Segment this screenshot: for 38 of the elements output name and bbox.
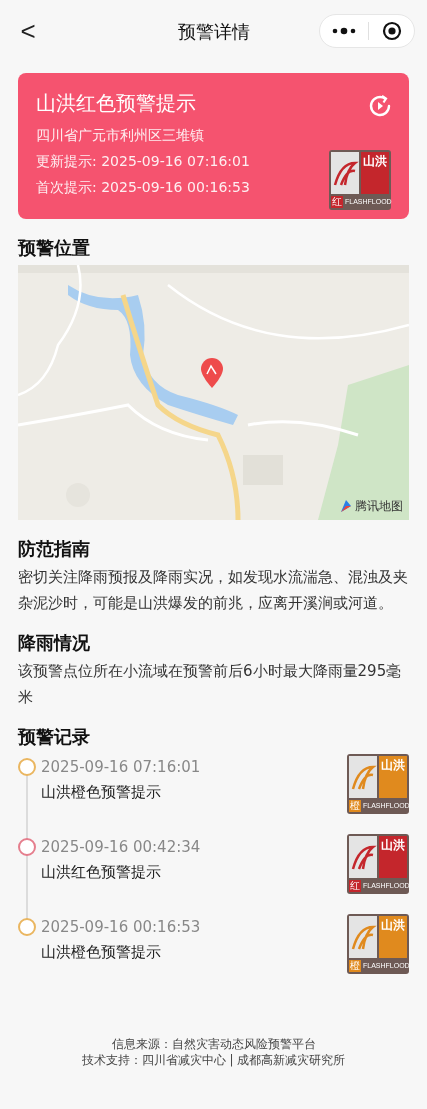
first-time: 首次提示: 2025-09-16 00:16:53	[36, 178, 250, 197]
badge-name: 山洪	[361, 152, 389, 194]
alert-location: 四川省广元市利州区三堆镇	[36, 126, 205, 145]
record-title: 山洪红色预警提示	[41, 862, 162, 883]
update-time: 更新提示: 2025-09-16 07:16:01	[36, 152, 250, 171]
rainfall-text: 该预警点位所在小流域在预警前后6小时最大降雨量295毫米	[18, 661, 403, 708]
badge-name: 山洪	[379, 916, 407, 958]
refresh-icon[interactable]	[367, 93, 393, 119]
map-logo: 腾讯地图	[355, 498, 403, 515]
badge-name: 山洪	[379, 756, 407, 798]
section-title: 预警记录	[18, 725, 91, 749]
footer-text: 技术支持：四川省减灾中心 | 成都高新减灾研究所	[81, 1052, 346, 1068]
guide-text: 密切关注降雨预报及降雨实况，如发现水流湍急、混浊及夹杂泥沙时，可能是山洪爆发的前兆，应离开溪涧或河道。	[18, 567, 409, 614]
section-title: 防范指南	[18, 537, 91, 561]
wave-icon	[349, 756, 377, 798]
wave-icon	[349, 836, 377, 878]
section-title: 预警位置	[18, 236, 91, 260]
close-icon[interactable]	[381, 21, 402, 41]
badge-level: 红	[349, 880, 361, 892]
map-pin-icon	[200, 357, 224, 389]
more-icon[interactable]	[332, 27, 356, 35]
footer-text: 信息来源：自然灾害动态风险预警平台	[111, 1036, 316, 1052]
wave-icon	[331, 152, 359, 194]
section-title: 降雨情况	[18, 631, 91, 655]
record-time: 2025-09-16 00:16:53	[41, 917, 201, 938]
badge-name: 山洪	[379, 836, 407, 878]
record-title: 山洪橙色预警提示	[41, 782, 162, 803]
wave-icon	[349, 916, 377, 958]
alert-title: 山洪红色预警提示	[36, 90, 196, 117]
map-logo-icon	[340, 499, 352, 513]
record-time: 2025-09-16 00:42:34	[41, 837, 201, 858]
badge-level: 橙	[349, 800, 361, 812]
record-title: 山洪橙色预警提示	[41, 942, 162, 963]
record-time: 2025-09-16 07:16:01	[41, 757, 201, 778]
badge-level: 橙	[349, 960, 361, 972]
back-button[interactable]: <	[12, 11, 44, 51]
page-title: 预警详情	[177, 19, 250, 44]
badge-level: 红	[331, 196, 343, 208]
